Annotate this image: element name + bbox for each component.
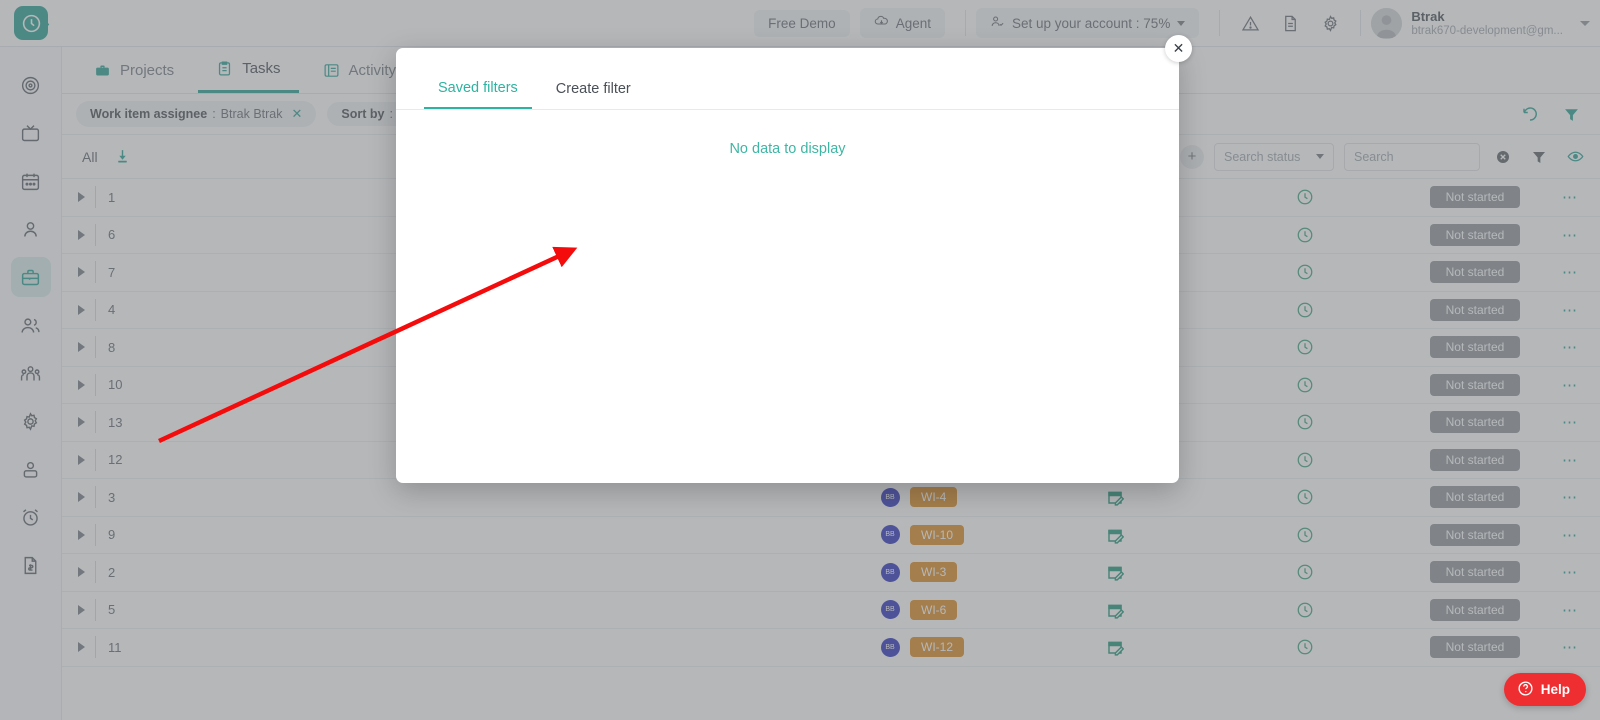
question-circle-icon (1517, 680, 1534, 700)
help-button[interactable]: Help (1504, 673, 1586, 706)
tab-saved-filters[interactable]: Saved filters (424, 74, 532, 109)
tab-create-filter[interactable]: Create filter (542, 75, 645, 108)
empty-state-message: No data to display (396, 110, 1179, 157)
close-icon[interactable]: ✕ (1165, 35, 1192, 62)
app-root: » Free Demo Agent Set up your account : … (0, 0, 1600, 720)
modal-tab-bar: Saved filters Create filter (396, 48, 1179, 110)
filters-modal: ✕ Saved filters Create filter No data to… (396, 48, 1179, 483)
help-label: Help (1541, 682, 1570, 697)
